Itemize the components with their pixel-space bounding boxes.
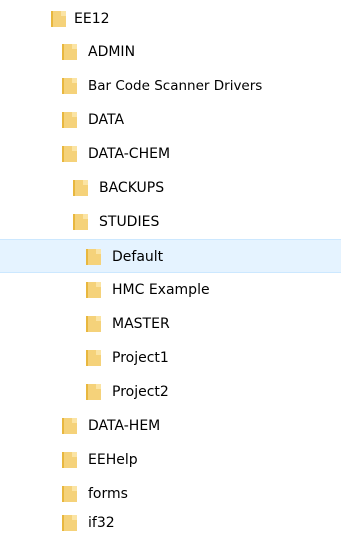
folder-icon <box>73 180 88 196</box>
folder-icon <box>62 78 77 94</box>
tree-item-data-hem[interactable]: DATA-HEM <box>0 409 341 443</box>
tree-item-label: if32 <box>88 515 115 531</box>
tree-item-backups[interactable]: BACKUPS <box>0 171 341 205</box>
tree-item-if32[interactable]: if32 <box>0 506 341 540</box>
tree-item-data[interactable]: DATA <box>0 103 341 137</box>
folder-icon <box>62 418 77 434</box>
tree-item-label: STUDIES <box>99 214 160 230</box>
tree-item-label: Bar Code Scanner Drivers <box>88 78 263 94</box>
tree-item-label: Project1 <box>112 350 169 366</box>
tree-item-label: Default <box>112 249 164 265</box>
folder-icon <box>51 11 66 27</box>
tree-item-label: DATA-HEM <box>88 418 161 434</box>
folder-icon <box>86 249 101 265</box>
tree-item-hmc-example[interactable]: HMC Example <box>0 273 341 307</box>
tree-item-project1[interactable]: Project1 <box>0 341 341 375</box>
tree-item-label: DATA <box>88 112 125 128</box>
tree-item-master[interactable]: MASTER <box>0 307 341 341</box>
folder-tree: EE12 ADMIN Bar Code Scanner Drivers DATA… <box>0 0 341 540</box>
tree-item-label: EE12 <box>74 11 110 27</box>
folder-icon <box>73 214 88 230</box>
tree-item-label: HMC Example <box>112 282 210 298</box>
folder-icon <box>86 384 101 400</box>
tree-item-project2[interactable]: Project2 <box>0 375 341 409</box>
tree-item-default[interactable]: Default <box>0 239 341 273</box>
tree-item-label: Project2 <box>112 384 169 400</box>
folder-icon <box>62 44 77 60</box>
folder-icon <box>86 350 101 366</box>
tree-item-label: EEHelp <box>88 452 138 468</box>
tree-item-ee12[interactable]: EE12 <box>0 2 341 36</box>
tree-item-label: MASTER <box>112 316 170 332</box>
tree-item-label: DATA-CHEM <box>88 146 171 162</box>
tree-item-bar-code-scanner-drivers[interactable]: Bar Code Scanner Drivers <box>0 69 341 103</box>
tree-item-label: ADMIN <box>88 44 136 60</box>
tree-item-data-chem[interactable]: DATA-CHEM <box>0 137 341 171</box>
folder-icon <box>62 515 77 531</box>
folder-icon <box>62 486 77 502</box>
tree-item-studies[interactable]: STUDIES <box>0 205 341 239</box>
tree-item-admin[interactable]: ADMIN <box>0 35 341 69</box>
folder-icon <box>86 282 101 298</box>
tree-item-label: BACKUPS <box>99 180 165 196</box>
tree-item-eehelp[interactable]: EEHelp <box>0 443 341 477</box>
folder-icon <box>62 146 77 162</box>
folder-icon <box>62 112 77 128</box>
folder-icon <box>86 316 101 332</box>
folder-icon <box>62 452 77 468</box>
